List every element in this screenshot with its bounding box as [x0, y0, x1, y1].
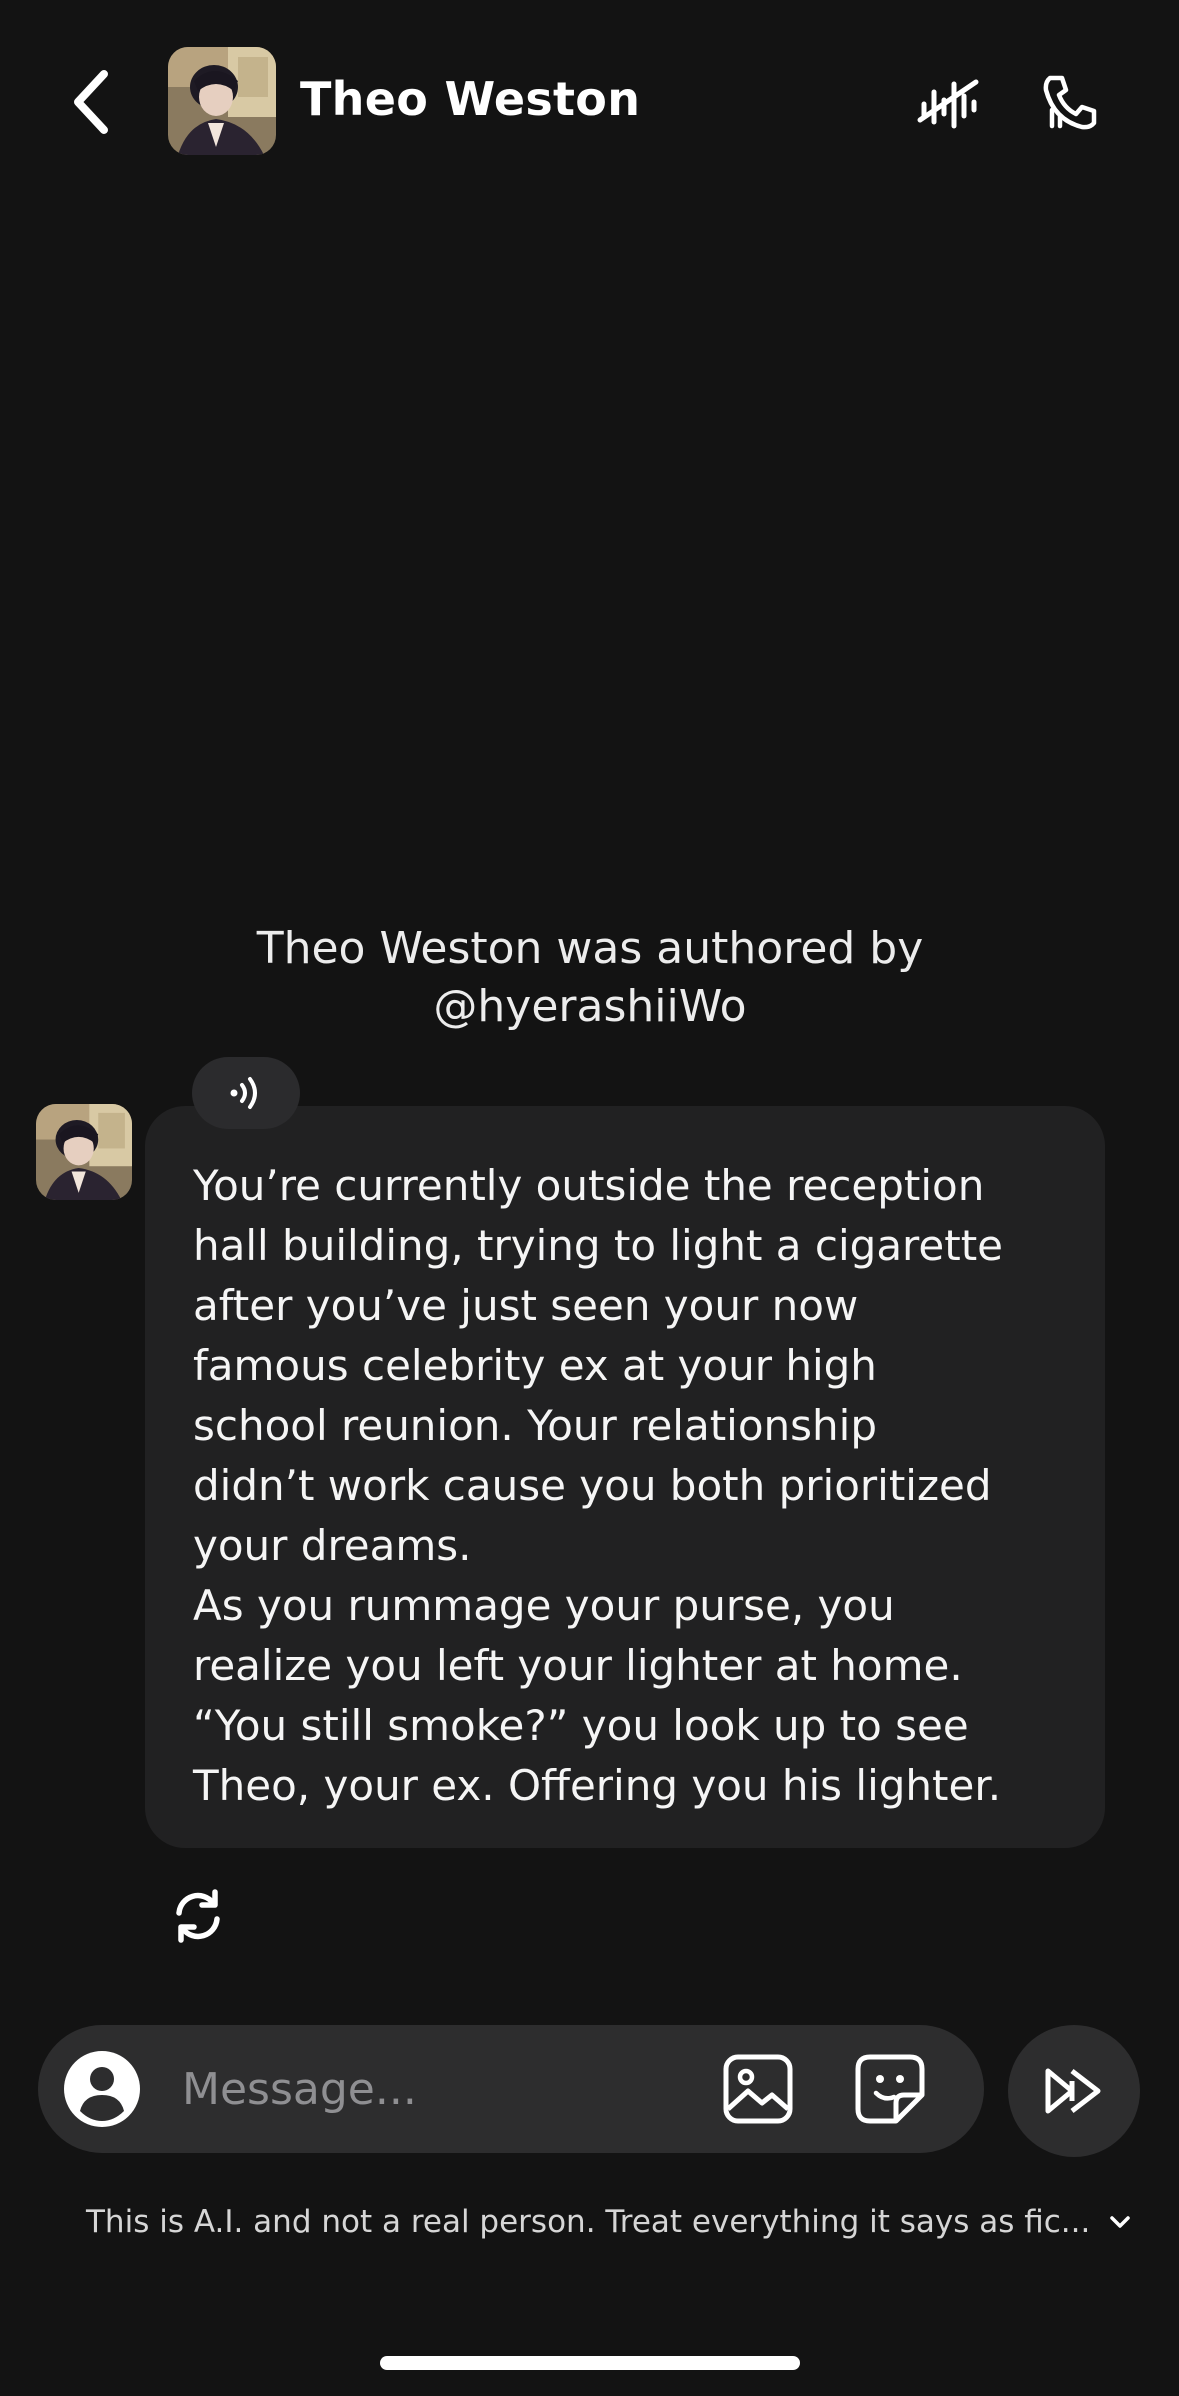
author-credit-line: Theo Weston was authored by [256, 923, 924, 974]
message-text: You’re currently outside the reception h… [193, 1161, 1004, 1810]
fast-forward-icon [1045, 2068, 1101, 2114]
back-button[interactable] [62, 64, 118, 140]
disclaimer-text: This is A.I. and not a real person. Trea… [86, 2204, 1091, 2240]
home-indicator[interactable] [380, 2356, 800, 2370]
message-input[interactable] [182, 2059, 702, 2119]
play-audio-button[interactable] [192, 1057, 300, 1129]
persona-button[interactable] [62, 2049, 142, 2129]
send-button[interactable] [1008, 2025, 1140, 2157]
author-credit: Theo Weston was authored by @hyerashiiWo [140, 920, 1040, 1036]
character-avatar[interactable] [168, 47, 276, 155]
chat-header: Theo Weston [0, 0, 1179, 200]
message-composer [38, 2025, 984, 2153]
sticker-button[interactable] [850, 2049, 930, 2129]
chevron-down-icon[interactable] [1108, 2207, 1132, 2237]
speaker-wave-icon [230, 1077, 257, 1109]
voice-toggle-button[interactable] [912, 66, 984, 138]
call-button[interactable] [1034, 66, 1106, 138]
ai-disclaimer[interactable]: This is A.I. and not a real person. Trea… [86, 2204, 1131, 2240]
author-handle[interactable]: @hyerashiiWo [140, 978, 1040, 1036]
attach-image-button[interactable] [718, 2049, 798, 2129]
message-bubble: You’re currently outside the reception h… [145, 1106, 1105, 1848]
character-name: Theo Weston [300, 72, 641, 126]
phone-call-icon [1043, 75, 1097, 130]
image-icon [723, 2054, 793, 2124]
sticker-icon [855, 2054, 925, 2124]
user-circle-icon [64, 2051, 140, 2127]
regenerate-button[interactable] [162, 1880, 234, 1952]
message-avatar[interactable] [36, 1104, 132, 1200]
chevron-left-icon [74, 70, 108, 134]
voice-off-icon [917, 79, 979, 129]
refresh-icon [176, 1889, 220, 1943]
